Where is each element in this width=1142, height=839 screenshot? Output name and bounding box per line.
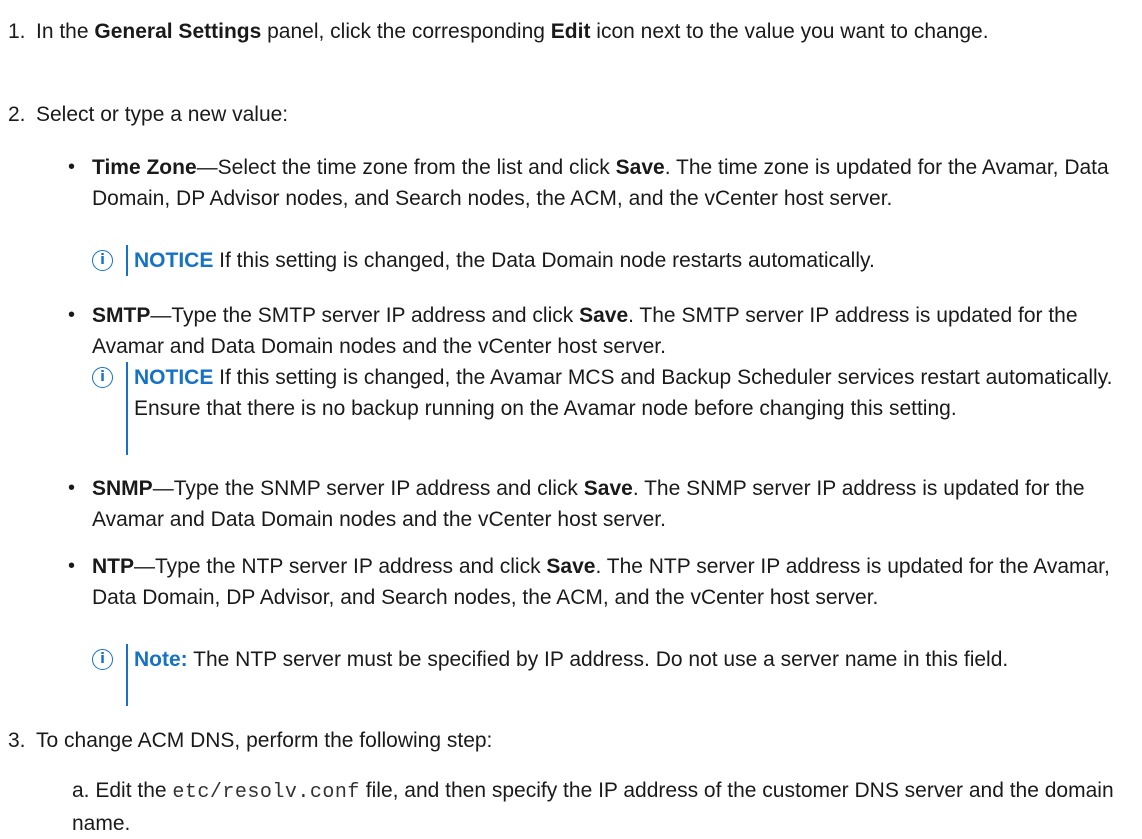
notice-bar xyxy=(126,245,128,276)
bullet-term: NTP xyxy=(92,555,134,578)
info-circle-icon: i xyxy=(92,250,113,271)
step-text: To change ACM DNS, perform the following… xyxy=(36,729,493,752)
bullet-dot: • xyxy=(68,156,76,178)
step-1: 1. In the General Settings panel, click … xyxy=(0,16,1142,47)
text-run: panel, click the corresponding xyxy=(261,20,551,43)
notice-tag: Note: xyxy=(134,648,188,671)
bullet-text: SNMP—Type the SNMP server IP address and… xyxy=(92,473,1128,535)
notice-bar xyxy=(126,362,128,455)
ui-term-save: Save xyxy=(583,477,633,500)
notice-text: Note: The NTP server must be specified b… xyxy=(134,644,1134,675)
bullet-snmp: • SNMP—Type the SNMP server IP address a… xyxy=(68,473,1128,535)
step-number: 2. xyxy=(8,103,26,126)
em-dash: — xyxy=(150,304,172,327)
text-run: Type the SMTP server IP address and clic… xyxy=(171,304,580,327)
notice-text: NOTICE If this setting is changed, the A… xyxy=(134,362,1134,424)
ui-term-save: Save xyxy=(579,304,629,327)
notice-ntp: i Note: The NTP server must be specified… xyxy=(92,644,1134,706)
bullet-smtp: • SMTP—Type the SMTP server IP address a… xyxy=(68,300,1128,362)
step-number: 3. xyxy=(8,729,26,752)
bullet-text: NTP—Type the NTP server IP address and c… xyxy=(92,551,1128,613)
step-number: 1. xyxy=(8,20,26,43)
notice-tag: NOTICE xyxy=(134,366,214,389)
bullet-text: SMTP—Type the SMTP server IP address and… xyxy=(92,300,1128,362)
em-dash: — xyxy=(134,555,155,578)
bullet-time-zone: • Time Zone—Select the time zone from th… xyxy=(68,152,1128,214)
bullet-term: Time Zone xyxy=(92,156,197,179)
info-circle-icon: i xyxy=(92,367,113,388)
file-path-code: etc/resolv.conf xyxy=(172,781,360,804)
bullet-term: SNMP xyxy=(92,477,153,500)
bullet-ntp: • NTP—Type the NTP server IP address and… xyxy=(68,551,1128,613)
step-text: In the General Settings panel, click the… xyxy=(36,16,1126,47)
ui-term-save: Save xyxy=(615,156,665,179)
text-run: Type the SNMP server IP address and clic… xyxy=(173,477,584,500)
em-dash: — xyxy=(152,477,174,500)
text-run: If this setting is changed, the Avamar M… xyxy=(134,366,1113,420)
bullet-dot: • xyxy=(68,304,76,326)
substep-text: a. Edit the etc/resolv.conf file, and th… xyxy=(72,775,1132,839)
text-run: Select the time zone from the list and c… xyxy=(217,156,616,179)
step-2: 2. Select or type a new value: xyxy=(0,99,1142,130)
notice-smtp: i NOTICE If this setting is changed, the… xyxy=(92,362,1134,455)
text-run: Type the NTP server IP address and click xyxy=(155,555,547,578)
ui-term-edit: Edit xyxy=(550,20,591,43)
text-run: Edit the xyxy=(89,779,173,802)
notice-time-zone: i NOTICE If this setting is changed, the… xyxy=(92,245,1132,276)
text-run: If this setting is changed, the Data Dom… xyxy=(213,249,875,272)
ui-term-general-settings: General Settings xyxy=(94,20,262,43)
substep-letter: a. xyxy=(72,779,90,802)
text-run: In the xyxy=(36,20,95,43)
bullet-dot: • xyxy=(68,555,76,577)
em-dash: — xyxy=(196,156,218,179)
info-circle-icon: i xyxy=(92,649,113,670)
step-3: 3. To change ACM DNS, perform the follow… xyxy=(0,725,1142,756)
notice-bar xyxy=(126,644,128,706)
step-text: Select or type a new value: xyxy=(36,103,289,126)
bullet-text: Time Zone—Select the time zone from the … xyxy=(92,152,1128,214)
substep-a: a. Edit the etc/resolv.conf file, and th… xyxy=(72,775,1132,839)
notice-text: NOTICE If this setting is changed, the D… xyxy=(134,245,1134,276)
bullet-term: SMTP xyxy=(92,304,151,327)
text-run: icon next to the value you want to chang… xyxy=(590,20,989,43)
ui-term-save: Save xyxy=(546,555,596,578)
notice-tag: NOTICE xyxy=(134,249,214,272)
text-run: The NTP server must be specified by IP a… xyxy=(187,648,1009,671)
bullet-dot: • xyxy=(68,477,76,499)
